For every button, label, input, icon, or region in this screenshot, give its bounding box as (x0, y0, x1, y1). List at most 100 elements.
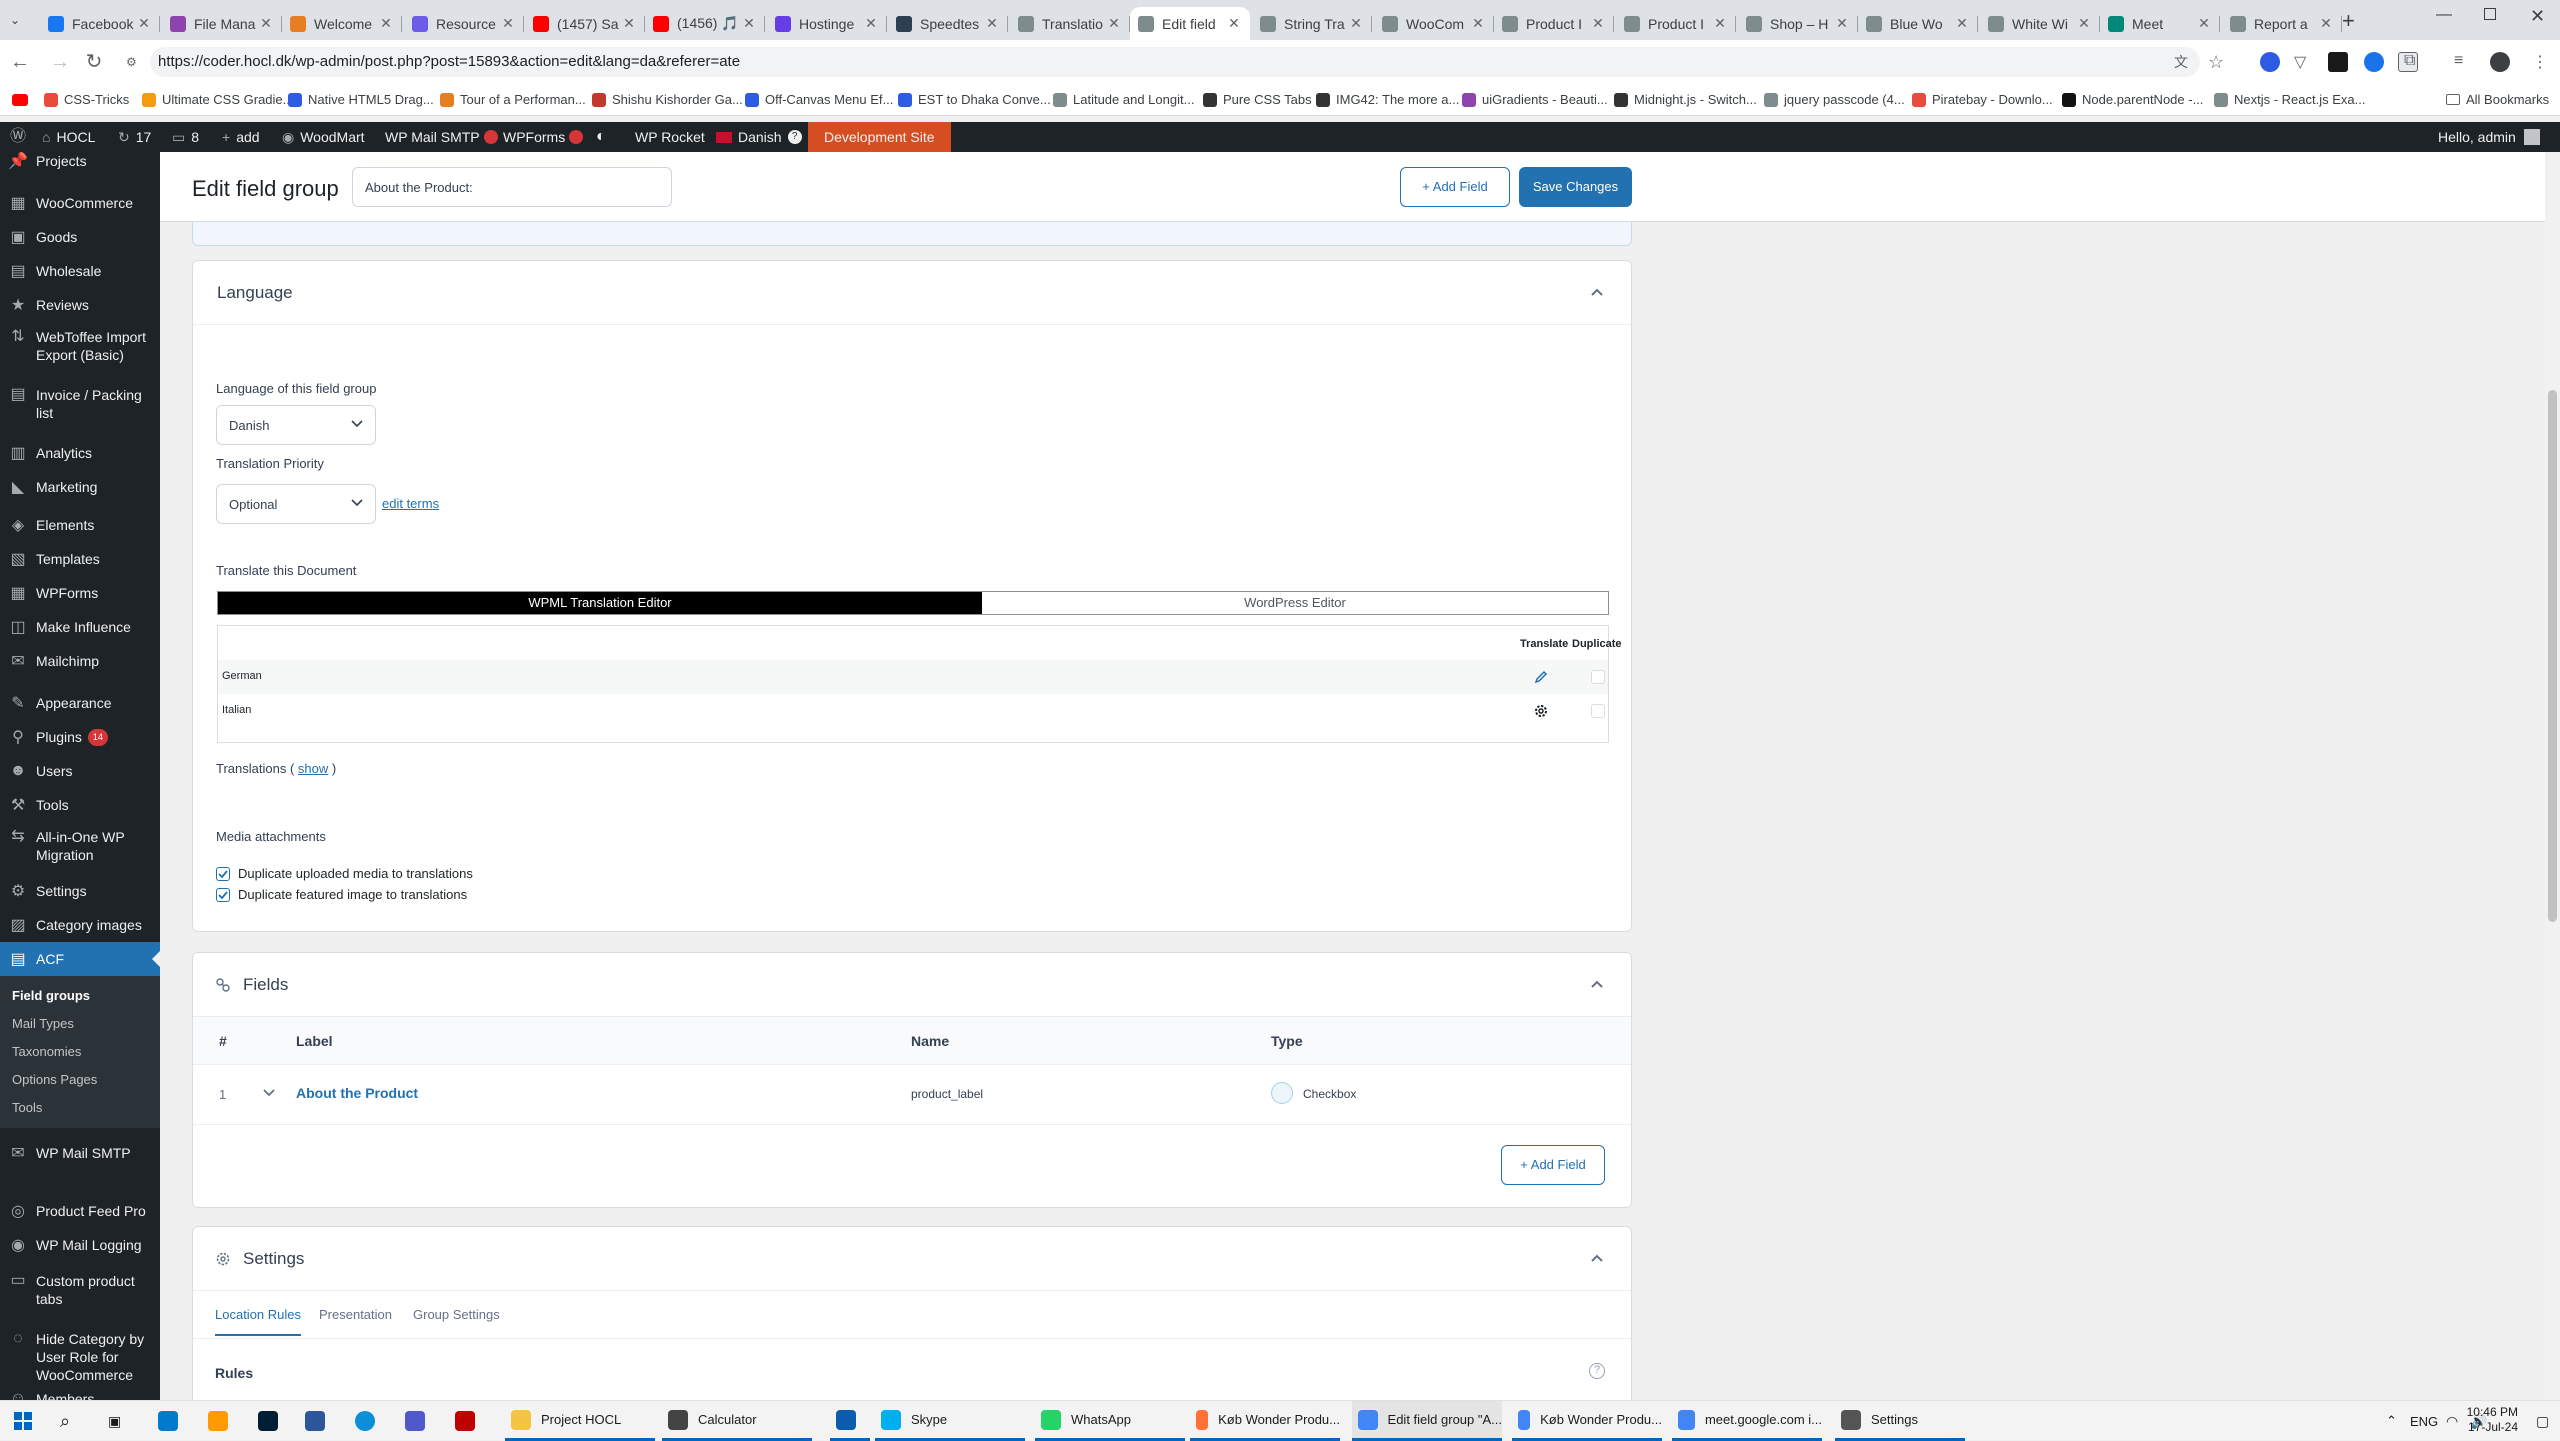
extensions-puzzle-icon[interactable]: ⧉ (2404, 52, 2424, 72)
bookmark-item[interactable]: CSS-Tricks (44, 92, 129, 107)
bookmark-star-icon[interactable]: ☆ (2208, 52, 2228, 72)
checkbox-checked-icon[interactable] (216, 866, 230, 881)
tab-close-icon[interactable]: ✕ (984, 15, 1000, 32)
site-name-link[interactable]: ⌂ HOCL (42, 122, 95, 152)
sidebar-item[interactable]: ▨ Category images (0, 908, 160, 942)
close-window-button[interactable]: ✕ (2530, 6, 2545, 27)
browser-tab[interactable]: Hostinge ✕ (767, 7, 887, 40)
updates-link[interactable]: ↻ 17 (118, 122, 151, 152)
development-site-badge[interactable]: Development Site (808, 122, 951, 152)
search-icon[interactable]: ⌕ (60, 1401, 70, 1441)
taskbar-app[interactable]: Settings (1835, 1401, 1965, 1441)
taskbar-app[interactable]: Køb Wonder Produ... (1190, 1401, 1340, 1441)
tray-chevron-icon[interactable]: ⌃ (2386, 1401, 2397, 1441)
sidebar-item[interactable]: ▤ Invoice / Packing list (0, 380, 160, 424)
sidebar-item[interactable]: ▤ Wholesale (0, 254, 160, 288)
sidebar-item[interactable]: ✉ WP Mail SMTP (0, 1136, 160, 1170)
pencil-icon[interactable] (1533, 669, 1549, 685)
tab-close-icon[interactable]: ✕ (378, 15, 394, 32)
taskbar-app[interactable]: meet.google.com i... (1672, 1401, 1822, 1441)
tab-close-icon[interactable]: ✕ (1470, 15, 1486, 32)
sidebar-item[interactable]: ✎ Appearance (0, 686, 160, 720)
sidebar-item[interactable]: ▤ ACF (0, 942, 160, 976)
sidebar-item[interactable]: ✉ Mailchimp (0, 644, 160, 678)
bookmark-item[interactable]: Latitude and Longit... (1053, 92, 1194, 107)
tab-close-icon[interactable]: ✕ (500, 15, 516, 32)
all-bookmarks[interactable]: All Bookmarks (2446, 92, 2549, 107)
bookmark-item[interactable]: Ultimate CSS Gradie... (142, 92, 294, 107)
bookmark-item[interactable]: uiGradients - Beauti... (1462, 92, 1608, 107)
priority-select[interactable]: Optional (216, 484, 376, 524)
tab-close-icon[interactable]: ✕ (1348, 15, 1364, 32)
bookmark-item[interactable]: Nextjs - React.js Exa... (2214, 92, 2365, 107)
url-input[interactable]: https://coder.hocl.dk/wp-admin/post.php?… (150, 47, 2200, 77)
extension-icon[interactable] (2260, 52, 2280, 72)
duplicate-checkbox[interactable] (1591, 670, 1605, 684)
table-row[interactable]: 1 About the Product product_label Checkb… (193, 1065, 1631, 1125)
sidebar-item[interactable]: ▥ Analytics (0, 436, 160, 470)
task-view-icon[interactable]: ▣ (108, 1401, 121, 1441)
tab-close-icon[interactable]: ✕ (136, 15, 152, 32)
forward-button[interactable]: → (48, 50, 72, 74)
language-panel-header[interactable]: Language (193, 261, 1631, 325)
taskbar-app[interactable]: Køb Wonder Produ... (1512, 1401, 1662, 1441)
submenu-item[interactable]: Mail Types (0, 1010, 160, 1038)
sidebar-item[interactable]: ▣ Goods (0, 220, 160, 254)
wpml-editor-option[interactable]: WPML Translation Editor (218, 592, 982, 614)
browser-tab[interactable]: Meet ✕ (2100, 7, 2220, 40)
sidebar-item[interactable]: ▦ WPForms (0, 576, 160, 610)
browser-tab[interactable]: Shop – H ✕ (1738, 7, 1858, 40)
tab-group-settings[interactable]: Group Settings (413, 1307, 500, 1322)
youtube-bookmark-icon[interactable] (12, 94, 28, 106)
sidebar-item[interactable]: ⚲ Plugins 14 (0, 720, 160, 754)
checkbox-checked-icon[interactable] (216, 887, 230, 902)
browser-tab[interactable]: Facebook ✕ (40, 7, 160, 40)
browser-tab[interactable]: Speedtes ✕ (888, 7, 1008, 40)
browser-tab[interactable]: WooCom ✕ (1374, 7, 1494, 40)
sidebar-item[interactable]: ▭ Custom product tabs (0, 1266, 160, 1310)
bookmark-item[interactable]: Tour of a Performan... (440, 92, 586, 107)
store-icon[interactable] (305, 1401, 335, 1441)
new-tab-button[interactable]: + (2342, 8, 2355, 34)
chevron-up-icon[interactable] (1591, 980, 1603, 988)
bookmark-item[interactable]: Shishu Kishorder Ga... (592, 92, 743, 107)
tab-close-icon[interactable]: ✕ (2076, 15, 2092, 32)
edge-icon[interactable] (355, 1401, 385, 1441)
photoshop-icon[interactable] (258, 1401, 288, 1441)
bookmark-item[interactable]: jquery passcode (4... (1764, 92, 1905, 107)
tab-close-icon[interactable]: ✕ (1590, 15, 1606, 32)
taskbar-app[interactable]: Calculator (662, 1401, 812, 1441)
sidebar-item[interactable]: ◫ Make Influence (0, 610, 160, 644)
chevron-up-icon[interactable] (1591, 1254, 1603, 1262)
taskbar-app[interactable]: Project HOCL (505, 1401, 655, 1441)
sidebar-item[interactable]: 📌 Projects (0, 152, 160, 178)
comments-link[interactable]: ▭ 8 (172, 122, 199, 152)
add-field-button[interactable]: + Add Field (1501, 1145, 1605, 1185)
filezilla-icon[interactable] (455, 1401, 485, 1441)
show-translations-link[interactable]: show (298, 761, 328, 776)
browser-tab[interactable]: (1457) Sa ✕ (525, 7, 645, 40)
wpmail-link[interactable]: WP Mail SMTP (385, 122, 498, 152)
add-field-button[interactable]: + Add Field (1400, 167, 1510, 207)
bookmark-item[interactable]: Piratebay - Downlo... (1912, 92, 2053, 107)
browser-tab[interactable]: Welcome ✕ (282, 7, 402, 40)
tab-close-icon[interactable]: ✕ (1106, 15, 1122, 32)
restore-button[interactable] (2484, 8, 2496, 20)
sidebar-item[interactable]: ⇆ All-in-One WP Migration (0, 822, 160, 866)
save-changes-button[interactable]: Save Changes (1519, 167, 1632, 207)
duplicate-checkbox[interactable] (1591, 704, 1605, 718)
bookmark-item[interactable]: Node.parentNode -... (2062, 92, 2203, 107)
sidebar-item[interactable]: ◈ Elements (0, 508, 160, 542)
submenu-item[interactable]: Taxonomies (0, 1038, 160, 1066)
submenu-item[interactable]: Field groups (0, 982, 160, 1010)
submenu-item[interactable]: Options Pages (0, 1066, 160, 1094)
browser-tab[interactable]: Product I ✕ (1494, 7, 1614, 40)
media-option-1[interactable]: Duplicate uploaded media to translations (216, 866, 473, 881)
media-option-2[interactable]: Duplicate featured image to translations (216, 887, 467, 902)
field-group-title-input[interactable]: About the Product: (352, 167, 672, 207)
wp-logo-icon[interactable]: Ⓦ (8, 122, 28, 152)
input-language[interactable]: ENG (2410, 1401, 2438, 1441)
profile-avatar[interactable] (2490, 52, 2510, 72)
language-select[interactable]: Danish (216, 405, 376, 445)
submenu-item[interactable]: Tools (0, 1094, 160, 1122)
